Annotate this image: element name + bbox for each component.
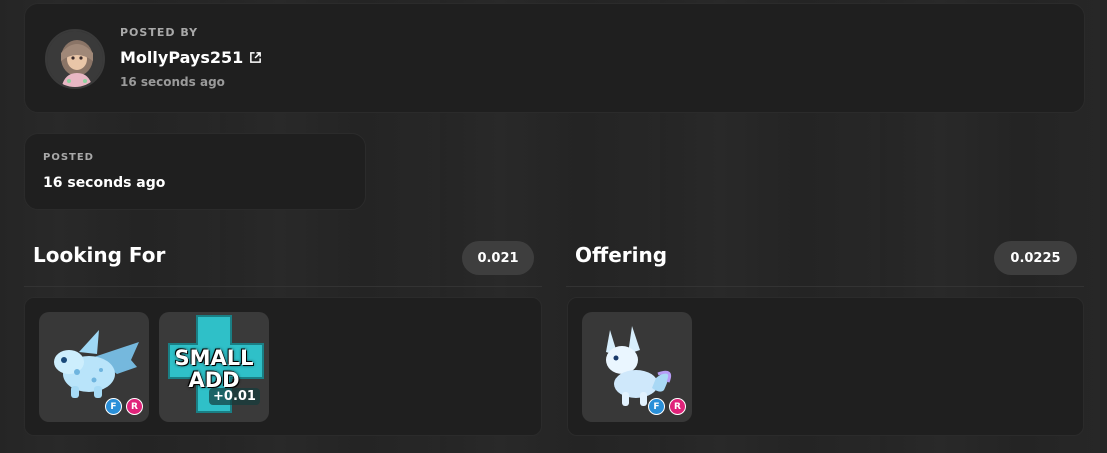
- external-link-icon[interactable]: [249, 51, 262, 64]
- offering-panel: F R: [567, 297, 1084, 436]
- username[interactable]: MollyPays251: [120, 48, 243, 67]
- looking-for-divider: [24, 286, 542, 287]
- looking-for-title: Looking For: [33, 243, 166, 267]
- item-frost-fox[interactable]: F R: [582, 312, 692, 422]
- posted-time: 16 seconds ago: [43, 175, 166, 191]
- offering-title: Offering: [575, 243, 668, 267]
- small-add-label-line1: SMALL: [174, 346, 254, 370]
- small-add-value: +0.01: [209, 388, 260, 405]
- badge-f: F: [648, 398, 665, 415]
- avatar[interactable]: [45, 29, 105, 89]
- posted-label: POSTED: [43, 152, 94, 163]
- badge-r: R: [669, 398, 686, 415]
- offering-divider: [566, 286, 1084, 287]
- looking-for-value-pill: 0.021: [462, 241, 534, 275]
- looking-for-panel: F R SMALL ADD +0.01: [24, 297, 542, 436]
- posted-card: POSTED 16 seconds ago: [24, 133, 366, 210]
- posted-by-label: POSTED BY: [120, 26, 199, 39]
- badge-f: F: [105, 398, 122, 415]
- posted-by-time: 16 seconds ago: [120, 75, 225, 89]
- item-frost-dragon[interactable]: F R: [39, 312, 149, 422]
- username-link[interactable]: MollyPays251: [120, 48, 262, 67]
- offering-value-pill: 0.0225: [994, 241, 1077, 275]
- posted-by-card: POSTED BY MollyPays251 16 seconds ago: [24, 3, 1085, 113]
- badge-r: R: [126, 398, 143, 415]
- avatar-icon: [47, 31, 103, 87]
- item-small-add[interactable]: SMALL ADD +0.01: [159, 312, 269, 422]
